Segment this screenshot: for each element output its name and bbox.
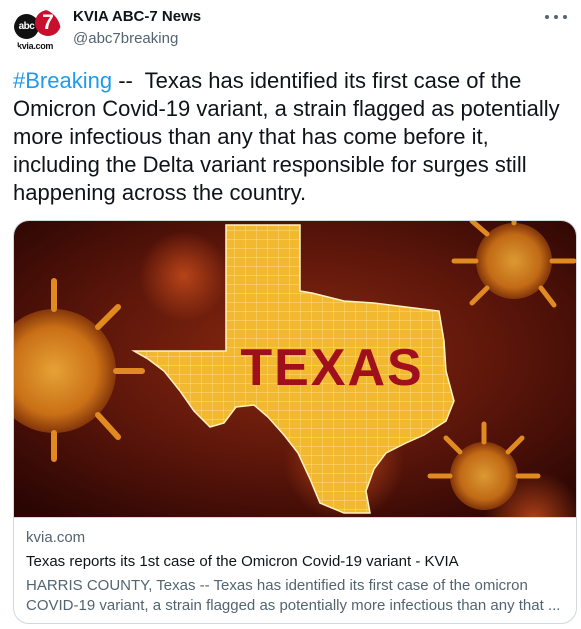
author-display-name[interactable]: KVIA ABC-7 News — [73, 8, 201, 25]
link-card[interactable]: TEXAS kvia.com Texas reports its 1st cas… — [13, 220, 577, 624]
map-label: TEXAS — [240, 339, 423, 397]
card-image[interactable]: TEXAS — [14, 221, 577, 517]
tweet-text: #Breaking -- Texas has identified its fi… — [13, 67, 569, 207]
card-meta[interactable]: kvia.com Texas reports its 1st case of t… — [14, 517, 576, 623]
card-description: HARRIS COUNTY, Texas -- Texas has identi… — [26, 577, 561, 614]
more-options-icon[interactable] — [545, 10, 567, 24]
card-domain: kvia.com — [26, 529, 86, 546]
avatar-seven-logo: 7 — [35, 10, 61, 36]
avatar[interactable]: abc 7 kvia.com — [13, 8, 61, 56]
author-handle[interactable]: @abc7breaking — [73, 30, 178, 47]
hashtag-link[interactable]: #Breaking — [13, 68, 112, 93]
tweet[interactable]: abc 7 kvia.com KVIA ABC-7 News @abc7brea… — [0, 0, 581, 629]
avatar-site-label: kvia.com — [17, 41, 54, 51]
card-title[interactable]: Texas reports its 1st case of the Omicro… — [26, 553, 459, 570]
